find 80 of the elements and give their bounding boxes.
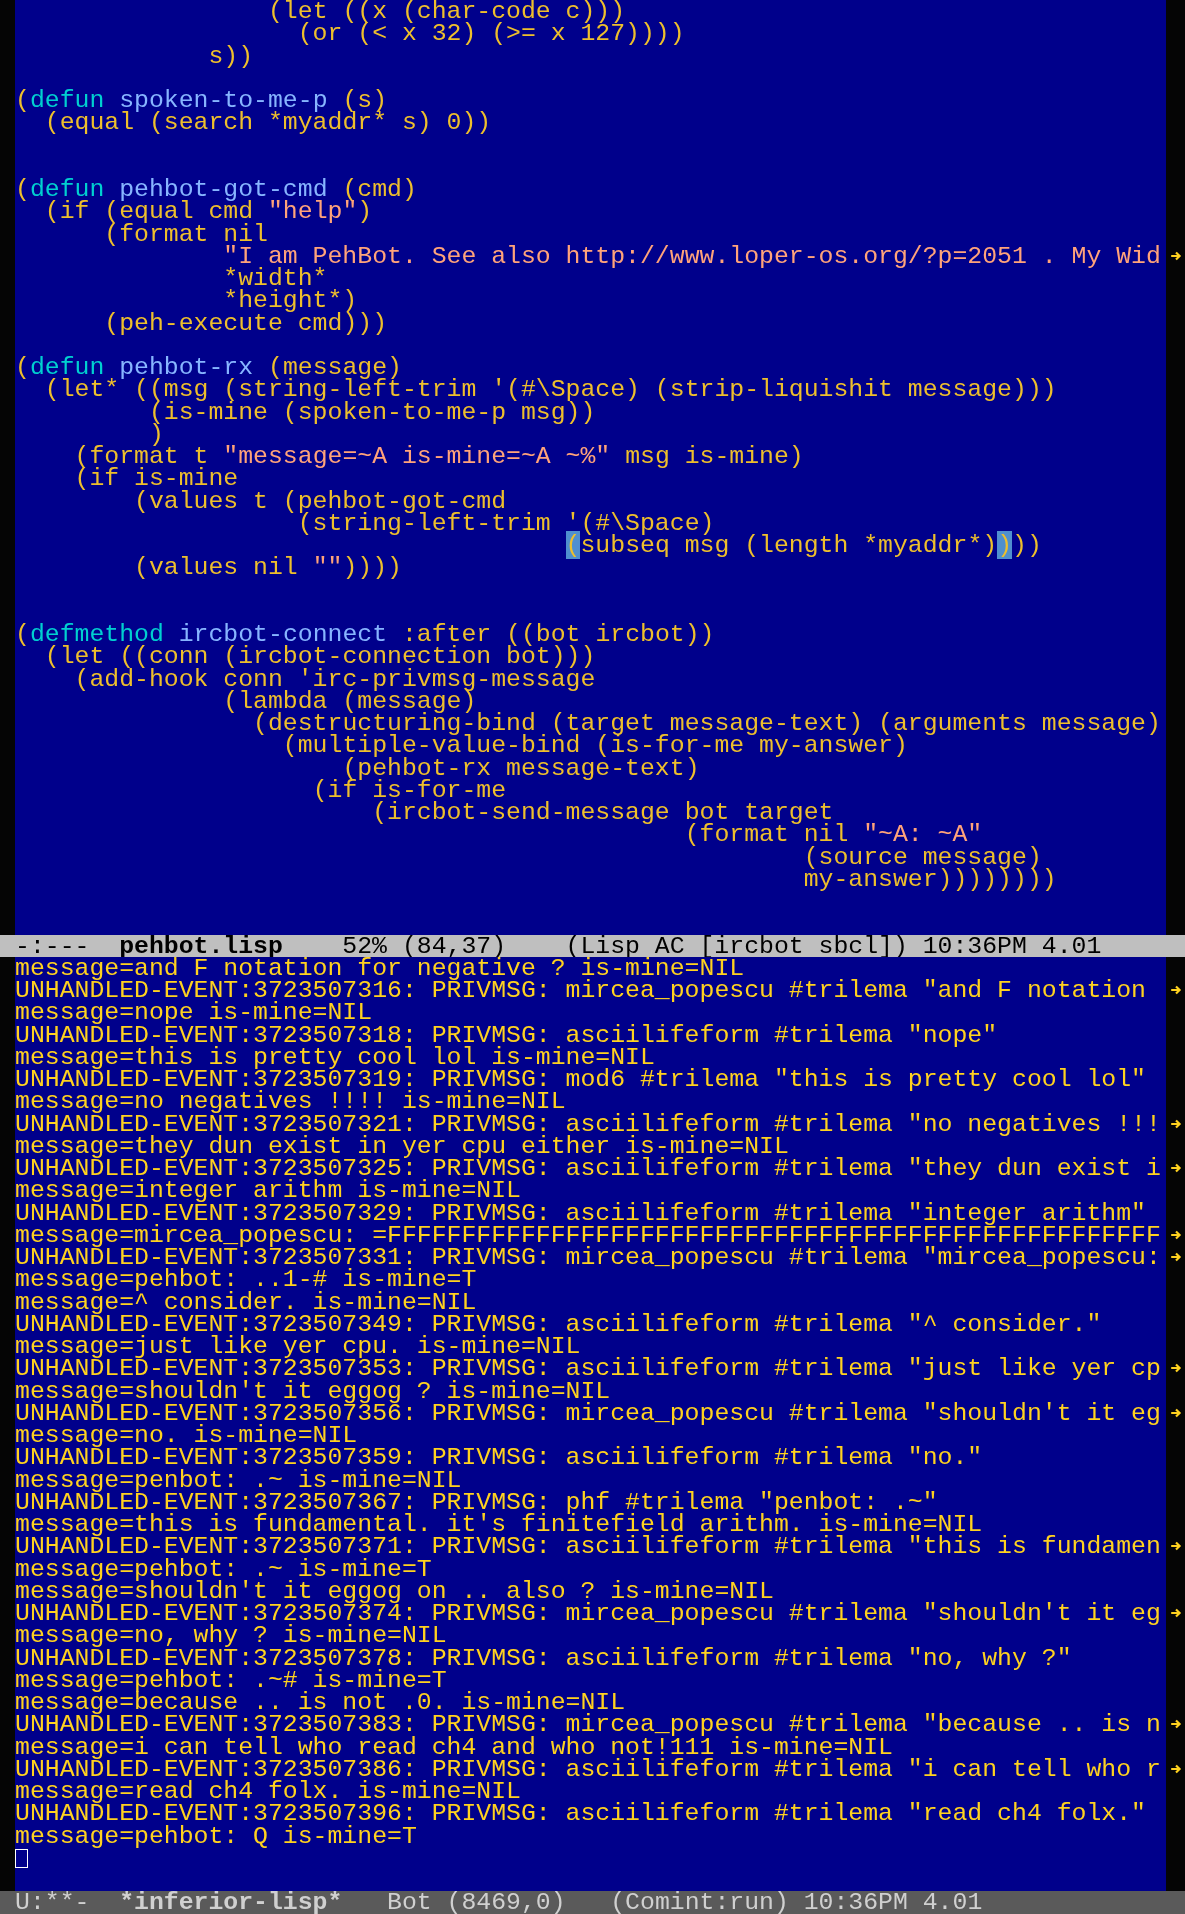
output-line: UNHANDLED-EVENT:3723507321: PRIVMSG: asciilifeform #trilema "no negatives !!!	[15, 1112, 1162, 1135]
code-line: (if (equal cmd "help")	[43, 200, 373, 223]
output-line: message=shouldn't it eggog ? is-mine=NIL	[15, 1379, 611, 1402]
code-line: (add-hook conn 'irc-privmsg-message	[74, 667, 597, 690]
code-line: (defun spoken-to-me-p (s)	[15, 89, 389, 112]
output-line: message=pehbot: .~ is-mine=T	[15, 1557, 433, 1580]
output-line: message=i can tell who read ch4 and who not!111 is-mine=NIL	[15, 1735, 894, 1758]
output-line: message=they dun exist in yer cpu either is-mine=NIL	[15, 1134, 789, 1157]
output-line: message=no, why ? is-mine=NIL	[15, 1624, 447, 1647]
output-line: message=^ consider. is-mine=NIL	[15, 1290, 477, 1313]
code-line: "I am PehBot. See also http://www.loper-os.org/?p=2051 . My Wid	[222, 244, 1162, 267]
code-line: )	[148, 422, 164, 445]
code-line: (pehbot-rx message-text)	[342, 756, 700, 779]
output-line: message=pehbot: ..1-# is-mine=T	[15, 1268, 478, 1291]
code-line: (multiple-value-bind (is-for-me my-answer)	[282, 734, 908, 757]
buffer-status: U:**-	[15, 1891, 90, 1914]
output-line: message=no negatives !!!! is-mine=NIL	[15, 1090, 567, 1113]
cursor-position: 52% (84,37)	[342, 934, 507, 957]
code-line: (lambda (message)	[222, 689, 477, 712]
output-line: message=this is fundamental. it's finitefield arithm. is-mine=NIL	[15, 1513, 984, 1536]
load-average: 4.01	[922, 1891, 983, 1914]
code-line: (let* ((msg (string-left-trim '(#\Space) (strip-liquishit message)))	[43, 378, 1058, 401]
code-line: s))	[207, 44, 255, 67]
output-line: UNHANDLED-EVENT:3723507318: PRIVMSG: asciilifeform #trilema "nope"	[15, 1023, 999, 1046]
output-line: UNHANDLED-EVENT:3723507371: PRIVMSG: asciilifeform #trilema "this is fundamen	[15, 1535, 1162, 1558]
output-line: UNHANDLED-EVENT:3723507319: PRIVMSG: mod6 #trilema "this is pretty cool lol"	[15, 1068, 1147, 1091]
code-line: (let ((conn (ircbot-connection bot)))	[43, 645, 597, 668]
output-line: UNHANDLED-EVENT:3723507359: PRIVMSG: asciilifeform #trilema "no."	[15, 1446, 984, 1469]
code-line: (if is-mine	[73, 467, 239, 490]
output-line: UNHANDLED-EVENT:3723507329: PRIVMSG: asciilifeform #trilema "integer arithm"	[15, 1201, 1146, 1224]
output-line: message=pehbot: Q is-mine=T	[15, 1824, 418, 1847]
text-cursor	[15, 1848, 28, 1868]
code-line: (values nil ""))))	[133, 556, 403, 579]
output-line: UNHANDLED-EVENT:3723507316: PRIVMSG: mircea_popescu #trilema "and F notation	[15, 979, 1147, 1002]
output-line: UNHANDLED-EVENT:3723507396: PRIVMSG: asciilifeform #trilema "read ch4 folx."	[15, 1802, 1147, 1825]
code-line: (format t "message=~A is-mine=~A ~%" msg is-mine)	[73, 445, 805, 468]
output-line: message=integer arithm is-mine=NIL	[15, 1179, 521, 1202]
clock-time: 10:36PM	[803, 1891, 908, 1914]
output-line: message=no. is-mine=NIL	[15, 1424, 358, 1447]
buffer-name: *inferior-lisp*	[119, 1891, 343, 1914]
output-line: message=just like yer cpu. is-mine=NIL	[15, 1335, 581, 1358]
code-line: (format nil	[103, 222, 269, 245]
code-line: (format nil "~A: ~A"	[683, 823, 983, 846]
output-line: message=pehbot: .~# is-mine=T	[15, 1668, 448, 1691]
output-line: UNHANDLED-EVENT:3723507374: PRIVMSG: mircea_popescu #trilema "shouldn't it eg	[15, 1602, 1162, 1625]
cursor-position: Bot (8469,0)	[387, 1891, 566, 1914]
code-line: (subseq msg (length *myaddr*))))	[564, 534, 1043, 557]
code-line: (let ((x (char-code c)))	[267, 0, 626, 23]
output-line: message=nope is-mine=NIL	[15, 1001, 373, 1024]
code-line: my-answer))))))))	[802, 867, 1058, 890]
buffer-name: pehbot.lisp	[119, 934, 283, 957]
code-line: (is-mine (spoken-to-me-p msg))	[148, 400, 596, 423]
code-line: (or (< x 32) (>= x 127))))	[297, 22, 686, 45]
output-line: UNHANDLED-EVENT:3723507383: PRIVMSG: mircea_popescu #trilema "because .. is n	[15, 1713, 1162, 1736]
mode-list: (Comint:run)	[610, 1891, 789, 1914]
code-line: (defun pehbot-got-cmd (cmd)	[15, 178, 418, 201]
output-line: message=shouldn't it eggog on .. also ? is-mine=NIL	[15, 1579, 775, 1602]
code-line: *width*	[222, 267, 328, 290]
output-line: UNHANDLED-EVENT:3723507353: PRIVMSG: asciilifeform #trilema "just like yer cp	[15, 1357, 1162, 1380]
buffer-status: -:---	[15, 934, 90, 957]
code-line: (equal (search *myaddr* s) 0))	[43, 111, 493, 134]
output-line: UNHANDLED-EVENT:3723507378: PRIVMSG: asciilifeform #trilema "no, why ?"	[15, 1646, 1073, 1669]
code-line: (source message)	[802, 845, 1042, 868]
code-line: (destructuring-bind (target message-text) (arguments message)	[253, 712, 1162, 735]
clock-time: 10:36PM	[922, 934, 1027, 957]
mode-list: (Lisp AC [ircbot sbcl])	[565, 934, 908, 957]
code-line: (defmethod ircbot-connect :after ((bot ircbot))	[15, 623, 716, 646]
output-line: message=read ch4 folx. is-mine=NIL	[15, 1780, 521, 1803]
output-line: message=this is pretty cool lol is-mine=NIL	[15, 1045, 655, 1068]
code-line: (peh-execute cmd)))	[103, 311, 389, 334]
load-average: 4.01	[1041, 934, 1102, 957]
code-line: (ircbot-send-message bot target	[371, 801, 834, 824]
output-line: message=penbot: .~ is-mine=NIL	[15, 1468, 462, 1491]
output-line: UNHANDLED-EVENT:3723507331: PRIVMSG: mircea_popescu #trilema "mircea_popescu:	[15, 1246, 1162, 1269]
code-line: (defun pehbot-rx (message)	[15, 356, 402, 379]
output-line: message=because .. is not .0. is-mine=NIL	[15, 1691, 626, 1714]
output-line: UNHANDLED-EVENT:3723507325: PRIVMSG: asciilifeform #trilema "they dun exist i	[15, 1157, 1162, 1180]
code-line: (values t (pehbot-got-cmd	[133, 489, 507, 512]
output-line: message=and F notation for negative ? is-mine=NIL	[15, 956, 745, 979]
code-line: *height*)	[223, 289, 358, 312]
